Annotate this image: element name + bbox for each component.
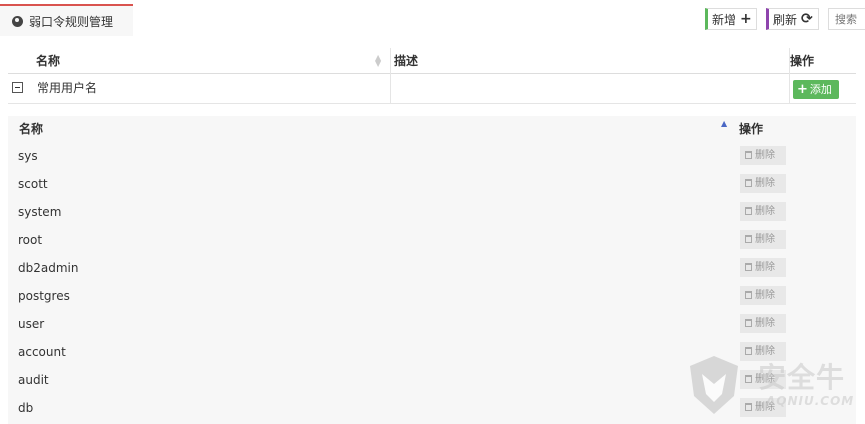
trash-icon: [745, 151, 752, 159]
username-value: db: [18, 401, 34, 415]
delete-button[interactable]: 删除: [740, 230, 786, 249]
delete-button-label: 删除: [755, 150, 775, 161]
sort-ascending-icon[interactable]: ▲: [721, 119, 727, 128]
delete-button-label: 删除: [755, 290, 775, 301]
delete-button-label: 删除: [755, 318, 775, 329]
new-button[interactable]: 新增 +: [705, 8, 757, 30]
refresh-icon: ⟳: [801, 11, 813, 27]
refresh-button-label: 刷新: [773, 12, 798, 27]
add-button[interactable]: + 添加: [793, 80, 839, 99]
trash-icon: [745, 235, 752, 243]
table-row: root 删除: [8, 226, 856, 254]
globe-icon: [12, 15, 23, 27]
search-input[interactable]: [828, 8, 865, 30]
delete-button[interactable]: 删除: [740, 202, 786, 221]
delete-button-label: 删除: [755, 178, 775, 189]
column-header-description: 描述: [394, 54, 419, 68]
delete-button-label: 删除: [755, 262, 775, 273]
trash-icon: [745, 291, 752, 299]
username-value: audit: [18, 373, 49, 387]
collapse-toggle-icon[interactable]: [12, 82, 23, 93]
table-row: user 删除: [8, 310, 856, 338]
table-row: scott 删除: [8, 170, 856, 198]
delete-button[interactable]: 删除: [740, 286, 786, 305]
trash-icon: [745, 263, 752, 271]
shield-logo-icon: [690, 356, 738, 414]
username-value: sys: [18, 149, 38, 163]
sort-icon[interactable]: ▲ ▼: [375, 54, 381, 68]
rules-table-header: 名称 ▲ ▼ 描述 操作: [8, 48, 856, 74]
delete-button[interactable]: 删除: [740, 174, 786, 193]
watermark-subtext: AQNIU.COM: [766, 394, 855, 408]
new-button-label: 新增: [712, 12, 737, 27]
table-row: postgres 删除: [8, 282, 856, 310]
username-value: system: [18, 205, 62, 219]
column-header-actions: 操作: [790, 54, 815, 68]
top-bar: 弱口令规则管理 新增 + 刷新 ⟳: [0, 0, 865, 40]
plus-icon: +: [797, 82, 808, 97]
username-value: postgres: [18, 289, 70, 303]
table-row: 常用用户名 + 添加: [8, 74, 856, 104]
delete-button-label: 删除: [755, 206, 775, 217]
trash-icon: [745, 319, 752, 327]
refresh-button[interactable]: 刷新 ⟳: [766, 8, 819, 30]
trash-icon: [745, 179, 752, 187]
username-value: account: [18, 345, 66, 359]
delete-button[interactable]: 删除: [740, 314, 786, 333]
tab-weak-password-rules[interactable]: 弱口令规则管理: [0, 4, 133, 36]
username-value: user: [18, 317, 45, 331]
delete-button[interactable]: 删除: [740, 258, 786, 277]
delete-button-label: 删除: [755, 234, 775, 245]
table-row: db2admin 删除: [8, 254, 856, 282]
delete-button[interactable]: 删除: [740, 146, 786, 165]
table-row: system 删除: [8, 198, 856, 226]
column-header-name[interactable]: 名称: [36, 48, 60, 74]
username-value: root: [18, 233, 43, 247]
watermark: 安全牛 AQNIU.COM: [688, 352, 865, 424]
table-row: sys 删除: [8, 142, 856, 170]
watermark-text: 安全牛: [758, 361, 846, 394]
rule-name: 常用用户名: [37, 81, 98, 95]
subtable-header: 名称 ▲ 操作: [8, 116, 856, 142]
username-value: db2admin: [18, 261, 79, 275]
plus-icon: +: [740, 11, 752, 27]
add-button-label: 添加: [809, 83, 832, 96]
column-header-name[interactable]: 名称: [19, 116, 43, 142]
tab-title: 弱口令规则管理: [29, 14, 114, 29]
column-header-actions: 操作: [739, 122, 764, 136]
username-value: scott: [18, 177, 48, 191]
trash-icon: [745, 207, 752, 215]
